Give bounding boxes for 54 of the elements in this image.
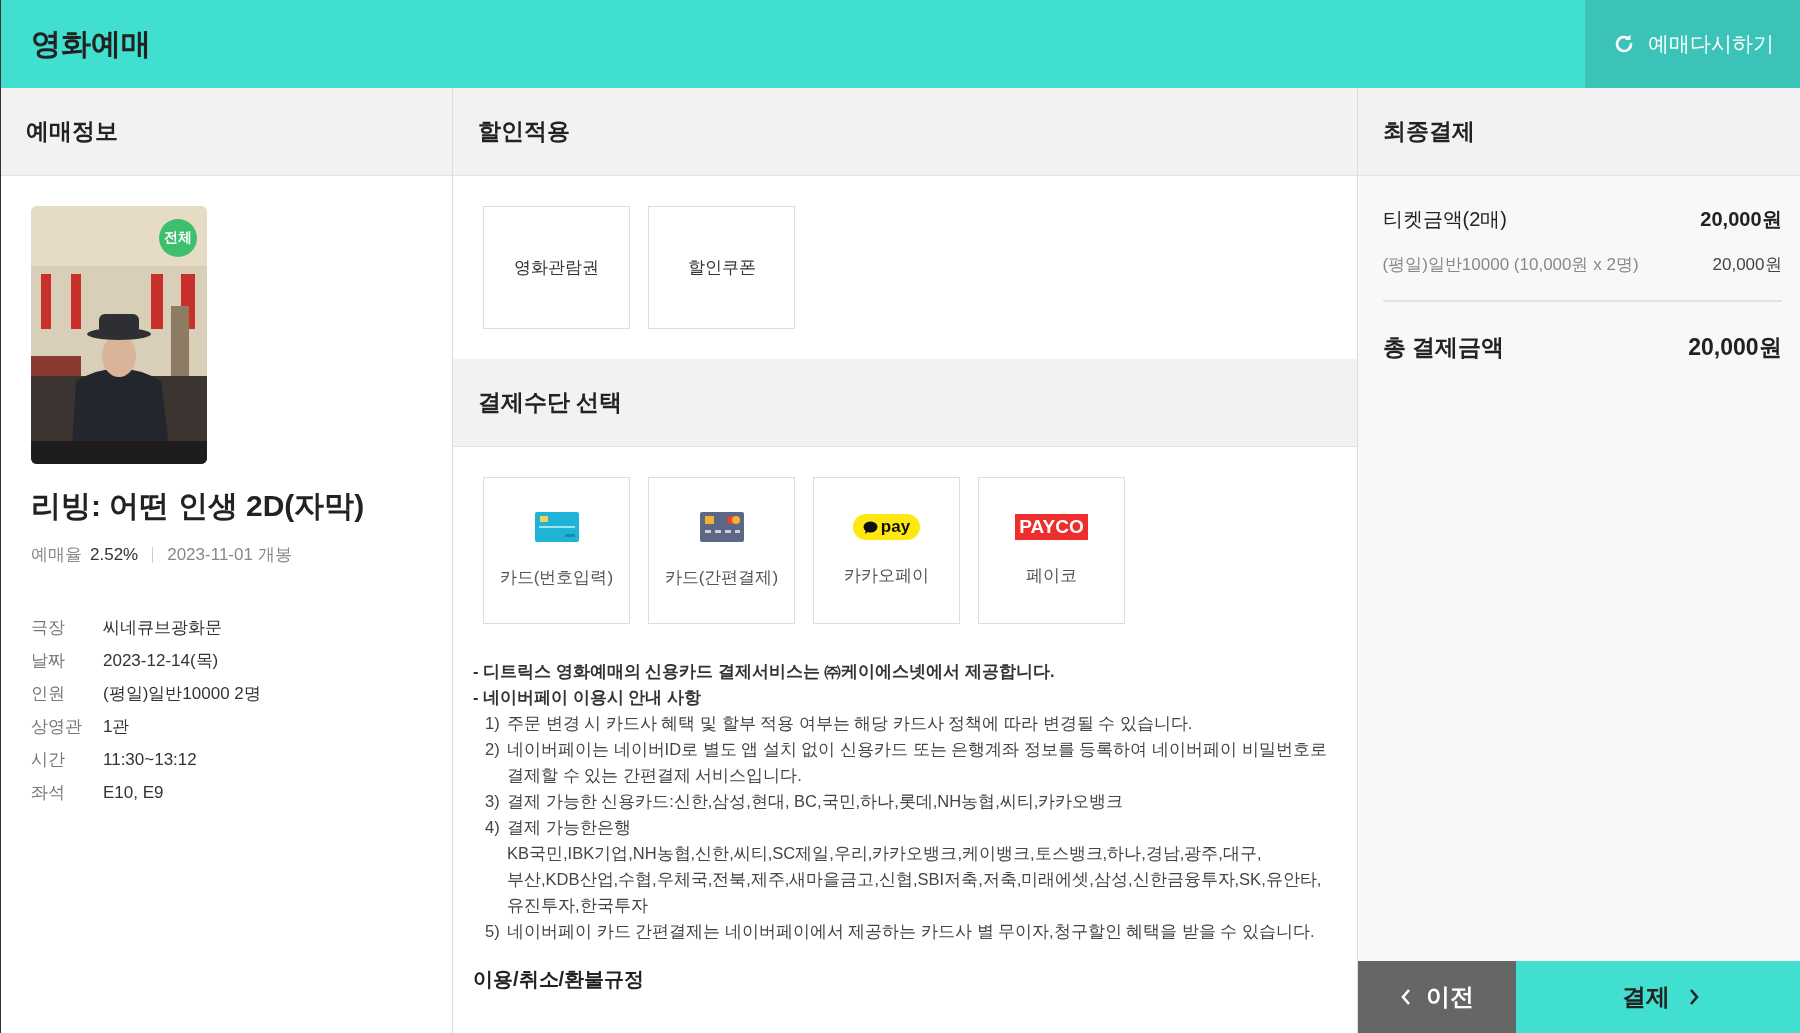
notice-text: - 네이버페이 이용시 안내 사항 bbox=[473, 687, 702, 708]
notice-text: 네이버페이는 네이버ID로 별도 앱 설치 없이 신용카드 또는 은행계좌 정보를 등록하여 네이버페이 비밀번호로 결제할 수 있는 간편결제 서비스입니다. bbox=[507, 739, 1327, 786]
detail-label: 시간 bbox=[31, 749, 66, 771]
credit-card-icon bbox=[534, 512, 579, 542]
page-title: 영화예매 bbox=[31, 25, 151, 62]
ticket-amount: 20,000원 bbox=[1700, 206, 1782, 232]
section-title: 최종결제 bbox=[1382, 117, 1475, 146]
payment-method-option[interactable]: 카드(번호입력) bbox=[483, 477, 630, 624]
total-amount: 20,000원 bbox=[1688, 332, 1782, 362]
notice-text: - 디트릭스 영화예매의 신용카드 결제서비스는 ㈜케이에스넷에서 제공합니다. bbox=[473, 661, 1056, 682]
item-number: 2) bbox=[485, 739, 501, 760]
section-title: 결제수단 선택 bbox=[478, 388, 623, 417]
booking-rate-value: 2.52% bbox=[90, 544, 139, 565]
notice-text: 결제 가능한은행 KB국민,IBK기업,NH농협,신한,씨티,SC제일,우리,카카오뱅크,케이뱅크,토스뱅크,하나,경남,광주,대구, 부산,KDB산업,수협,우체국,전북,제주,새마을금고,신협,SBI저축,저축,미래에셋,삼성,신한금융투자,SK,유안타, 유진투자,한국투자 bbox=[507, 817, 1322, 916]
item-number: 5) bbox=[485, 921, 501, 942]
payco-logo: PAYCO bbox=[1015, 514, 1088, 540]
detail-value: 씨네큐브광화문 bbox=[103, 617, 222, 639]
detail-value: 1관 bbox=[103, 716, 130, 738]
discount-option[interactable]: 영화관람권 bbox=[483, 206, 630, 329]
notice-text: 네이버페이 카드 간편결제는 네이버페이에서 제공하는 카드사 별 무이자,청구할인 혜택을 받을 수 있습니다. bbox=[507, 921, 1315, 942]
detail-value: E10, E9 bbox=[103, 782, 164, 803]
detail-value: 2023-12-14(목) bbox=[103, 650, 219, 672]
detail-label: 상영관 bbox=[31, 716, 83, 738]
pay-button[interactable]: 결제 bbox=[1515, 961, 1800, 1033]
item-number: 4) bbox=[485, 817, 501, 838]
payment-method-option[interactable]: 카드(간편결제) bbox=[648, 477, 795, 624]
chevron-left-icon bbox=[1399, 988, 1412, 1006]
payment-method-option[interactable]: PAYCO 페이코 bbox=[978, 477, 1125, 624]
detail-label: 좌석 bbox=[31, 782, 66, 804]
section-title: 예매정보 bbox=[26, 117, 118, 146]
detail-value: (평일)일반10000 2명 bbox=[103, 683, 261, 705]
price-line-amount: 20,000원 bbox=[1712, 253, 1782, 276]
policy-heading: 이용/취소/환불규정 bbox=[473, 967, 646, 992]
movie-title: 리빙: 어떤 인생 2D(자막) bbox=[31, 488, 366, 524]
detail-label: 인원 bbox=[31, 683, 66, 705]
credit-card-icon bbox=[699, 512, 744, 542]
booking-rate-label: 예매율 bbox=[31, 544, 82, 566]
detail-label: 극장 bbox=[31, 617, 66, 639]
section-title: 할인적용 bbox=[478, 117, 570, 146]
chevron-right-icon bbox=[1688, 988, 1700, 1006]
notice-text: 주문 변경 시 카드사 혜택 및 할부 적용 여부는 해당 카드사 정책에 따라 변경될 수 있습니다. bbox=[507, 713, 1193, 734]
item-number: 3) bbox=[485, 791, 501, 812]
item-number: 1) bbox=[485, 713, 501, 734]
price-line-label: (평일)일반10000 (10,000원 x 2명) bbox=[1382, 253, 1639, 276]
notice-text: 결제 가능한 신용카드:신한,삼성,현대, BC,국민,하나,롯데,NH농협,씨티,카카오뱅크 bbox=[507, 791, 1124, 812]
ticket-amount-label: 티켓금액(2매) bbox=[1382, 206, 1507, 232]
release-date: 2023-11-01 개봉 bbox=[167, 544, 292, 566]
detail-value: 11:30~13:12 bbox=[103, 749, 197, 770]
previous-button[interactable]: 이전 bbox=[1357, 961, 1516, 1033]
discount-option[interactable]: 할인쿠폰 bbox=[648, 206, 795, 329]
detail-label: 날짜 bbox=[31, 650, 66, 672]
kakaopay-logo: pay bbox=[852, 514, 921, 540]
payment-method-option[interactable]: pay 카카오페이 bbox=[813, 477, 960, 624]
total-label: 총 결제금액 bbox=[1382, 332, 1504, 362]
